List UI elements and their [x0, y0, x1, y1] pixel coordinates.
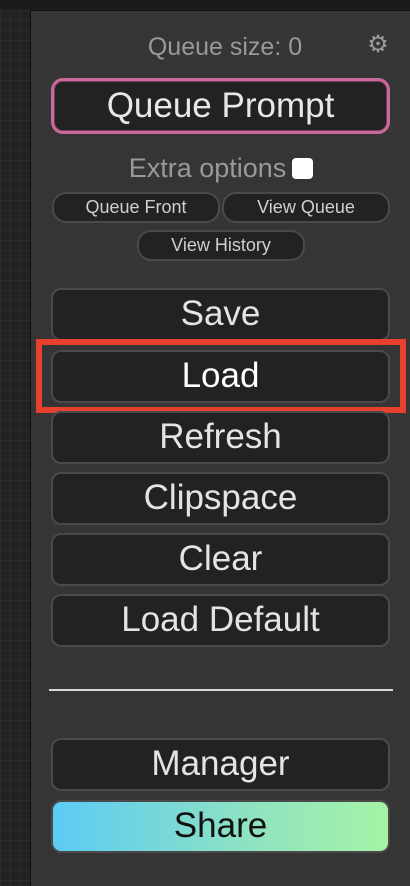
manager-button[interactable]: Manager [51, 738, 390, 791]
graph-canvas[interactable] [0, 0, 32, 886]
extra-options-checkbox[interactable] [292, 158, 314, 179]
load-default-button[interactable]: Load Default [51, 594, 390, 647]
menu-panel: Queue size: 0 ⚙ Queue Prompt Extra optio… [30, 10, 410, 886]
extra-options-row: Extra options [31, 151, 410, 185]
clipspace-button[interactable]: Clipspace [51, 472, 390, 525]
share-button[interactable]: Share [51, 800, 390, 853]
queue-prompt-button[interactable]: Queue Prompt [51, 78, 390, 134]
clear-button[interactable]: Clear [51, 533, 390, 586]
load-button[interactable]: Load [51, 350, 390, 403]
queue-front-button[interactable]: Queue Front [52, 192, 220, 223]
gear-icon[interactable]: ⚙ [366, 33, 390, 57]
extra-options-label: Extra options [128, 153, 287, 183]
top-bar [0, 0, 410, 10]
refresh-button[interactable]: Refresh [51, 411, 390, 464]
view-queue-button[interactable]: View Queue [222, 192, 390, 223]
divider [49, 689, 393, 691]
queue-size-label: Queue size: 0 [147, 33, 303, 61]
view-history-button[interactable]: View History [137, 230, 305, 261]
save-button[interactable]: Save [51, 288, 390, 341]
